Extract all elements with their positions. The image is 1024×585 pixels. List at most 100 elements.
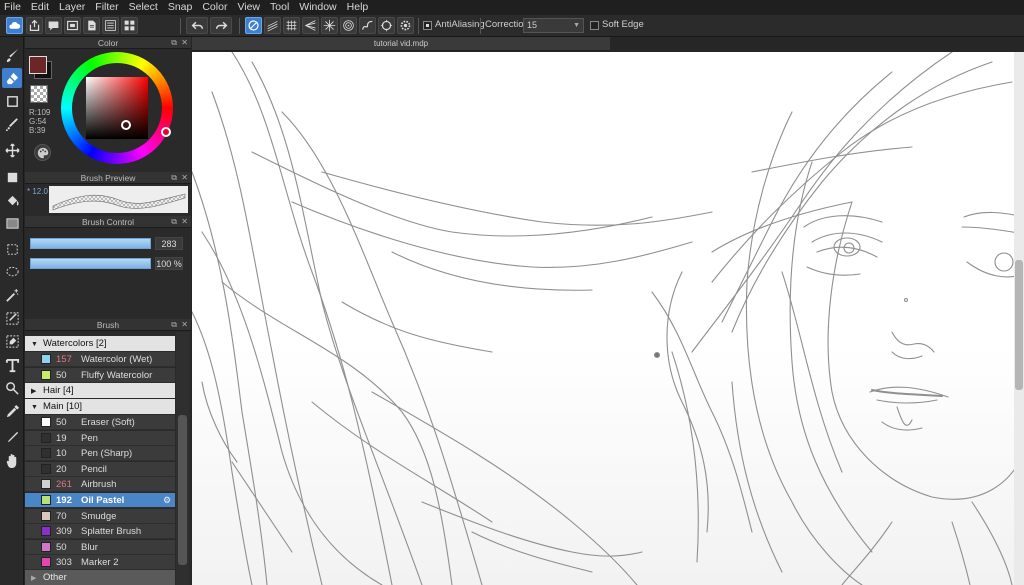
perspective-snap-icon[interactable] xyxy=(302,17,319,34)
eyedropper-icon[interactable] xyxy=(2,401,22,421)
brush-row[interactable]: 20 Pencil xyxy=(25,461,175,477)
select-rect-icon[interactable] xyxy=(2,239,22,259)
brush-row[interactable]: 309 Splatter Brush xyxy=(25,524,175,540)
brush-row[interactable]: 70 Smudge xyxy=(25,508,175,524)
float-panel-icon[interactable]: ⧉ xyxy=(171,216,177,228)
menu-color[interactable]: Color xyxy=(197,0,232,15)
brush-row[interactable]: 303 Marker 2 xyxy=(25,555,175,571)
color-picker-marker[interactable] xyxy=(121,120,131,130)
lasso-icon[interactable] xyxy=(2,262,22,282)
menu-view[interactable]: View xyxy=(232,0,265,15)
soft-edge-checkbox[interactable] xyxy=(590,21,599,30)
brush-size: 50 xyxy=(56,369,67,381)
brush-icon[interactable] xyxy=(2,45,22,65)
brush-size: 10 xyxy=(56,448,67,460)
antialiasing-label: AntiAliasing xyxy=(435,19,485,30)
brush-opacity-slider[interactable] xyxy=(30,258,151,269)
brush-row[interactable]: 50 Eraser (Soft) xyxy=(25,415,175,430)
curve-snap-icon[interactable] xyxy=(359,17,376,34)
brush-row[interactable]: 50 Blur xyxy=(25,539,175,555)
float-panel-icon[interactable]: ⧉ xyxy=(171,172,177,184)
move-icon[interactable] xyxy=(2,140,22,160)
brush-settings-gear-icon[interactable]: ⚙ xyxy=(163,493,171,508)
drawing-canvas[interactable] xyxy=(192,52,1024,585)
brush-row[interactable]: 192 Oil Pastel ⚙ xyxy=(25,493,175,508)
document-icon[interactable] xyxy=(83,17,100,34)
menu-tool[interactable]: Tool xyxy=(265,0,294,15)
gradient-icon[interactable] xyxy=(2,213,22,233)
magic-wand-icon[interactable] xyxy=(2,285,22,305)
menu-help[interactable]: Help xyxy=(342,0,374,15)
menu-edit[interactable]: Edit xyxy=(26,0,54,15)
grid-layout-icon[interactable] xyxy=(121,17,138,34)
menu-filter[interactable]: Filter xyxy=(90,0,123,15)
brush-row[interactable]: 50 Fluffy Watercolor xyxy=(25,367,175,383)
menu-layer[interactable]: Layer xyxy=(54,0,90,15)
brush-size-value[interactable]: 283 xyxy=(155,237,183,250)
select-pen-icon[interactable] xyxy=(2,308,22,328)
brush-row[interactable]: 19 Pen xyxy=(25,430,175,446)
transparent-color-swatch[interactable] xyxy=(30,85,48,103)
brush-name: Pencil xyxy=(81,463,107,475)
brush-group-other[interactable]: ▶ Other xyxy=(25,570,175,585)
dot-pen-icon[interactable] xyxy=(2,114,22,134)
brush-group-label: Watercolors [2] xyxy=(43,338,107,349)
outline-snap-icon[interactable] xyxy=(378,17,395,34)
foreground-color-swatch[interactable] xyxy=(29,56,47,74)
parallel-snap-icon[interactable] xyxy=(264,17,281,34)
color-panel-title: Color ⧉ ✕ xyxy=(25,37,191,49)
brush-group-hair[interactable]: ▶ Hair [4] xyxy=(25,383,175,398)
color-panel: R:109 G:54 B:39 xyxy=(25,49,191,169)
brush-row[interactable]: 157 Watercolor (Wet) xyxy=(25,352,175,367)
circle-snap-icon[interactable] xyxy=(340,17,357,34)
menu-select[interactable]: Select xyxy=(124,0,163,15)
snap-off-icon[interactable] xyxy=(245,17,262,34)
antialiasing-checkbox[interactable] xyxy=(423,21,432,30)
saturation-value-square[interactable] xyxy=(86,77,148,139)
share-icon[interactable] xyxy=(26,17,43,34)
menu-file[interactable]: File xyxy=(0,0,26,15)
hue-marker[interactable] xyxy=(161,127,171,137)
float-panel-icon[interactable]: ⧉ xyxy=(171,37,177,49)
operation-icon[interactable] xyxy=(2,378,22,398)
blue-value: B:39 xyxy=(29,126,46,135)
undo-icon[interactable] xyxy=(186,17,208,34)
correction-select[interactable]: 15 ▼ xyxy=(523,18,584,33)
settings-gear-icon[interactable] xyxy=(397,17,414,34)
grid-snap-icon[interactable] xyxy=(283,17,300,34)
text-icon[interactable] xyxy=(2,355,22,375)
list-icon[interactable] xyxy=(102,17,119,34)
correction-value: 15 xyxy=(527,20,538,30)
menu-snap[interactable]: Snap xyxy=(163,0,198,15)
rectangle-icon[interactable] xyxy=(2,91,22,111)
hand-icon[interactable] xyxy=(2,450,22,470)
close-icon[interactable]: ✕ xyxy=(181,172,188,184)
document-tab[interactable]: tutorial vid.mdp xyxy=(192,37,610,51)
menu-window[interactable]: Window xyxy=(294,0,341,15)
brush-opacity-value[interactable]: 100 % xyxy=(155,257,183,270)
close-icon[interactable]: ✕ xyxy=(181,319,188,331)
brush-row[interactable]: 261 Airbrush xyxy=(25,477,175,493)
pen-tool-icon[interactable] xyxy=(2,427,22,447)
brush-preview-stroke xyxy=(49,186,188,213)
brush-list-scroll-thumb[interactable] xyxy=(178,415,187,565)
close-icon[interactable]: ✕ xyxy=(181,216,188,228)
palette-icon[interactable] xyxy=(34,144,51,161)
radial-snap-icon[interactable] xyxy=(321,17,338,34)
close-icon[interactable]: ✕ xyxy=(181,37,188,49)
brush-row[interactable]: 10 Pen (Sharp) xyxy=(25,446,175,462)
bucket-icon[interactable] xyxy=(2,190,22,210)
brush-size-slider[interactable] xyxy=(30,238,151,249)
comment-icon[interactable] xyxy=(45,17,62,34)
fill-rect-icon[interactable] xyxy=(2,167,22,187)
brush-group-main[interactable]: ▼ Main [10] xyxy=(25,399,175,414)
panel-icon[interactable] xyxy=(64,17,81,34)
brush-preview-label: Brush Preview xyxy=(80,173,136,183)
canvas-scroll-thumb[interactable] xyxy=(1015,260,1023,390)
redo-icon[interactable] xyxy=(210,17,232,34)
cloud-icon[interactable] xyxy=(6,17,23,34)
float-panel-icon[interactable]: ⧉ xyxy=(171,319,177,331)
eraser-icon[interactable] xyxy=(2,68,22,88)
select-eraser-icon[interactable] xyxy=(2,331,22,351)
brush-group-watercolors[interactable]: ▼ Watercolors [2] xyxy=(25,336,175,351)
